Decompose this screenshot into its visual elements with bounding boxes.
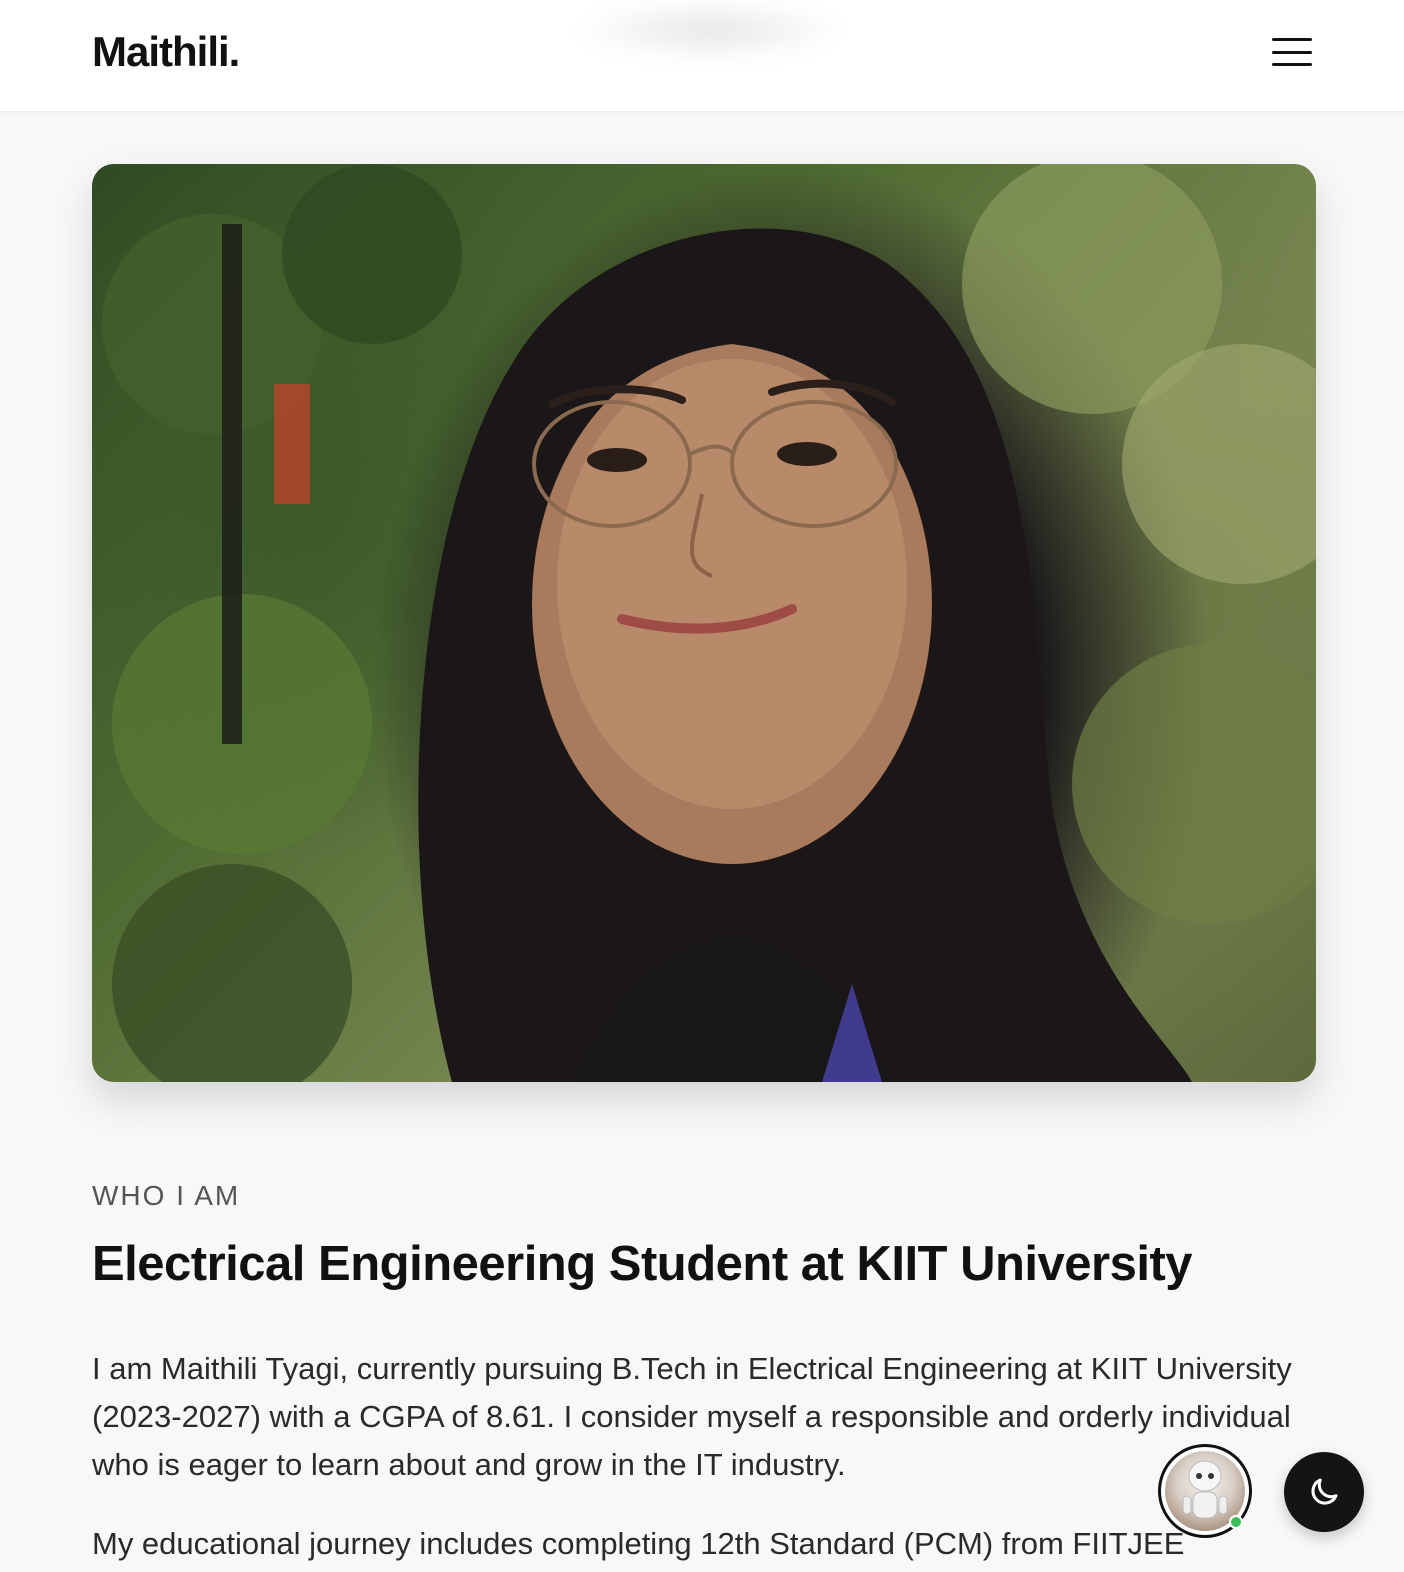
section-eyebrow: WHO I AM <box>92 1180 241 1211</box>
menu-bar <box>1272 50 1312 54</box>
about-paragraph: I am Maithili Tyagi, currently pursuing … <box>92 1351 1292 1482</box>
site-logo[interactable]: Maithili. <box>92 28 240 76</box>
education-paragraph: My educational journey includes completi… <box>92 1526 1185 1561</box>
profile-photo-illustration <box>102 164 1316 1082</box>
site-header: Maithili. <box>0 0 1404 112</box>
profile-photo <box>92 164 1316 1082</box>
header-blur-decoration <box>570 0 850 60</box>
hamburger-menu-icon[interactable] <box>1268 32 1316 72</box>
robot-icon <box>1182 1460 1228 1519</box>
menu-bar <box>1272 63 1312 66</box>
page-title: Electrical Engineering Student at KIIT U… <box>92 1237 1193 1291</box>
menu-bar <box>1272 38 1312 41</box>
online-status-dot <box>1229 1515 1243 1529</box>
moon-icon <box>1311 1478 1338 1505</box>
theme-toggle-button[interactable] <box>1284 1452 1364 1532</box>
chatbot-launcher-button[interactable] <box>1158 1444 1252 1538</box>
